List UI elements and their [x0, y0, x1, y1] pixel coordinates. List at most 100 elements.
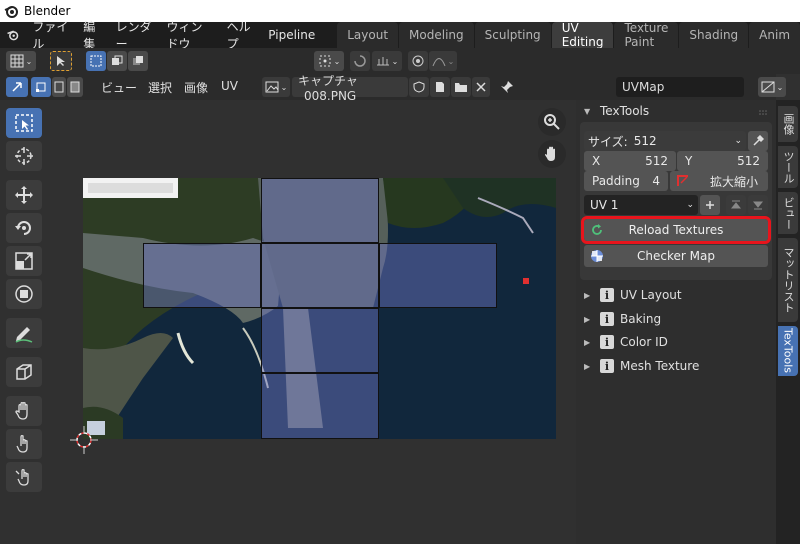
- new-image-button[interactable]: [430, 77, 450, 97]
- x-field[interactable]: X 512: [584, 151, 676, 171]
- display-mode-icon: [761, 81, 775, 93]
- y-field[interactable]: Y 512: [677, 151, 768, 171]
- tool-scale[interactable]: [6, 246, 42, 276]
- menu-uv[interactable]: UV: [221, 79, 238, 93]
- add-uv-button[interactable]: [700, 195, 720, 215]
- workspace-tabs: Layout Modeling Sculpting UV Editing Tex…: [336, 21, 800, 49]
- tool-grab[interactable]: [6, 357, 42, 387]
- editor-type-button[interactable]: ⌄: [6, 51, 36, 71]
- vertex-select-button[interactable]: [31, 77, 51, 97]
- expand-right-icon: ▶: [584, 314, 591, 324]
- size-dropdown[interactable]: サイズ: 512 ⌄: [584, 131, 746, 151]
- tool-pinch[interactable]: [6, 462, 42, 492]
- uv-face[interactable]: [261, 308, 379, 373]
- sync-selection-button[interactable]: [350, 51, 370, 71]
- vtab-view[interactable]: ビュー: [778, 192, 798, 234]
- size-label: サイズ:: [588, 134, 628, 149]
- pin-icon: [501, 81, 513, 93]
- tab-uv-editing[interactable]: UV Editing: [551, 21, 614, 49]
- tool-rotate[interactable]: [6, 213, 42, 243]
- tool-transform[interactable]: [6, 279, 42, 309]
- relax-hand-icon: [16, 435, 28, 453]
- image-browse-button[interactable]: ⌄: [262, 77, 290, 97]
- move-up-button[interactable]: [726, 195, 746, 215]
- vtab-image[interactable]: 画像: [778, 106, 798, 142]
- vtab-tool[interactable]: ツール: [778, 146, 798, 188]
- tool-cursor[interactable]: [6, 141, 42, 171]
- tool-annotate[interactable]: [6, 318, 42, 348]
- menu-file[interactable]: ファイル: [25, 18, 76, 52]
- tool-move[interactable]: [6, 180, 42, 210]
- uv-face[interactable]: [379, 243, 497, 308]
- select-extend-icon: [112, 55, 123, 65]
- annotate-pencil-icon: [15, 327, 33, 343]
- falloff-button[interactable]: ⌄: [429, 51, 457, 71]
- menu-render[interactable]: レンダー: [109, 18, 160, 52]
- menu-select[interactable]: 選択: [148, 79, 172, 96]
- tab-shading[interactable]: Shading: [679, 22, 749, 48]
- mesh-texture-panel-header[interactable]: ▶ i Mesh Texture: [584, 357, 699, 375]
- mode-extend-button[interactable]: [107, 51, 127, 71]
- image-name-field[interactable]: キャプチャ_008.PNG: [292, 74, 408, 103]
- grab-hand-icon: [15, 402, 28, 420]
- uv-island-grid[interactable]: [83, 178, 556, 439]
- uv-channel-dropdown[interactable]: UV 1 ⌄: [584, 195, 698, 215]
- color-id-panel-header[interactable]: ▶ i Color ID: [584, 333, 668, 351]
- drag-handle-icon[interactable]: [759, 106, 769, 115]
- face-select-button[interactable]: [67, 77, 83, 97]
- vtab-mat-list[interactable]: マットリスト: [778, 238, 798, 322]
- info-icon: i: [600, 335, 614, 349]
- menu-image[interactable]: 画像: [184, 79, 208, 96]
- expand-right-icon: ▶: [584, 290, 591, 300]
- tab-texture-paint[interactable]: Texture Paint: [614, 21, 679, 49]
- fake-user-button[interactable]: [409, 77, 429, 97]
- tool-select-box[interactable]: [6, 108, 42, 138]
- select-box-tool-button[interactable]: [50, 51, 72, 71]
- uv-face[interactable]: [261, 243, 379, 308]
- tab-sculpting[interactable]: Sculpting: [474, 22, 551, 48]
- move-down-button[interactable]: [748, 195, 768, 215]
- pivot-point-button[interactable]: ⌄: [314, 51, 344, 71]
- tool-grab-hand[interactable]: [6, 396, 42, 426]
- unlink-image-button[interactable]: [472, 77, 490, 97]
- baking-panel-header[interactable]: ▶ i Baking: [584, 310, 661, 328]
- uv-face[interactable]: [261, 178, 379, 243]
- uvmap-name-field[interactable]: UVMap: [616, 77, 744, 97]
- menu-edit[interactable]: 編集: [76, 18, 108, 52]
- zoom-button[interactable]: [538, 108, 566, 136]
- menu-window[interactable]: ウィンドウ: [160, 18, 220, 52]
- reload-textures-button[interactable]: Reload Textures: [581, 216, 771, 244]
- menu-pipeline[interactable]: Pipeline: [261, 28, 322, 42]
- mode-new-button[interactable]: [86, 51, 106, 71]
- x-label: X: [592, 154, 601, 168]
- open-image-button[interactable]: [451, 77, 471, 97]
- padding-label: Padding: [592, 174, 640, 188]
- menu-help[interactable]: ヘルプ: [220, 18, 262, 52]
- subpanel-title: UV Layout: [620, 288, 682, 302]
- pin-image-button[interactable]: [496, 77, 518, 97]
- uv-layout-panel-header[interactable]: ▶ i UV Layout: [584, 286, 682, 304]
- mode-subtract-button[interactable]: [128, 51, 148, 71]
- proportional-edit-button[interactable]: [408, 51, 428, 71]
- uv-face[interactable]: [261, 373, 379, 439]
- uv-face[interactable]: [143, 243, 261, 308]
- padding-field[interactable]: Padding 4: [584, 171, 668, 191]
- tab-modeling[interactable]: Modeling: [399, 22, 474, 48]
- textools-panel-header[interactable]: ▼ TexTools: [584, 102, 649, 120]
- tool-relax[interactable]: [6, 429, 42, 459]
- menu-view[interactable]: ビュー: [101, 79, 137, 96]
- pan-button[interactable]: [538, 140, 566, 168]
- display-mode-button[interactable]: ⌄: [758, 77, 786, 97]
- scale-button[interactable]: 拡大縮小: [670, 171, 768, 191]
- edge-select-button[interactable]: [52, 77, 66, 97]
- tab-animation[interactable]: Anim: [749, 22, 800, 48]
- snap-button[interactable]: ⌄: [372, 51, 402, 71]
- tab-layout[interactable]: Layout: [337, 22, 399, 48]
- vtab-textools[interactable]: TexTools: [778, 326, 798, 376]
- uv-sync-button[interactable]: [6, 77, 28, 97]
- window-title: Blender: [24, 4, 71, 18]
- plus-icon: [706, 201, 714, 209]
- checker-map-button[interactable]: Checker Map: [584, 245, 768, 267]
- blender-menu-icon[interactable]: [6, 27, 21, 43]
- eyedropper-button[interactable]: [748, 131, 768, 151]
